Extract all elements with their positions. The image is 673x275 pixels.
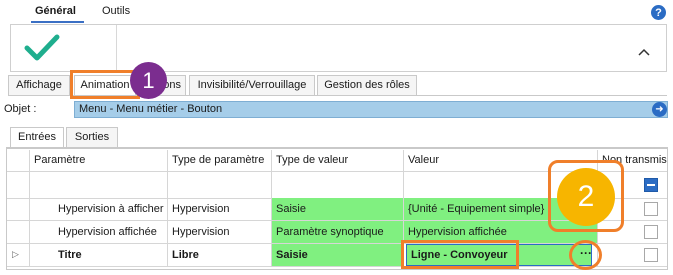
objet-label: Objet : [4,103,37,115]
column-header-parametre[interactable]: Paramètre [30,150,168,171]
grid-vline [29,150,30,266]
non-transmis-checkbox[interactable] [644,248,658,262]
cell-type-valeur[interactable]: Saisie [272,244,403,266]
tab-gestion-des-roles[interactable]: Gestion des rôles [317,75,417,95]
highlight-valeur-cell [401,240,519,269]
column-header-type-parametre[interactable]: Type de paramètre [168,150,272,171]
step-badge-2: 2 [557,168,615,226]
cell-type-parametre[interactable]: Hypervision [168,221,271,243]
cell-type-parametre[interactable]: Libre [168,244,271,266]
tab-sorties[interactable]: Sorties [66,127,118,147]
arrow-right-icon[interactable]: ➜ [652,102,667,117]
tab-affichage[interactable]: Affichage [8,75,70,95]
tab-entrees[interactable]: Entrées [10,127,64,147]
current-row-indicator: ▷ [12,249,19,259]
help-icon[interactable]: ? [651,5,666,20]
objet-field[interactable]: Menu - Menu métier - Bouton [74,101,668,118]
checkmark-icon[interactable] [24,33,60,63]
cell-parametre[interactable]: Titre [54,244,167,266]
ribbon-tab-general[interactable]: Général [35,5,76,17]
objet-value: Menu - Menu métier - Bouton [79,103,223,115]
ribbon-separator [116,25,117,71]
grid-line [7,266,667,267]
cell-parametre[interactable]: Hypervision affichée [54,221,167,243]
cell-type-valeur[interactable]: Paramètre synoptique [272,221,403,243]
tab-invisibilite-verrouillage[interactable]: Invisibilité/Verrouillage [189,75,315,95]
highlight-ellipsis-button [569,240,602,270]
column-header-type-valeur[interactable]: Type de valeur [272,150,404,171]
cell-parametre[interactable]: Hypervision à afficher [54,198,167,220]
active-tab-underline [31,21,84,23]
non-transmis-checkbox[interactable] [644,202,658,216]
cell-type-valeur[interactable]: Saisie [272,198,403,220]
select-all-checkbox[interactable] [644,178,658,192]
ribbon-panel [10,24,667,72]
cell-type-parametre[interactable]: Hypervision [168,198,271,220]
step-badge-1: 1 [130,62,167,99]
ribbon-tab-outils[interactable]: Outils [102,5,130,17]
chevron-up-icon[interactable] [638,47,650,57]
non-transmis-checkbox[interactable] [644,225,658,239]
